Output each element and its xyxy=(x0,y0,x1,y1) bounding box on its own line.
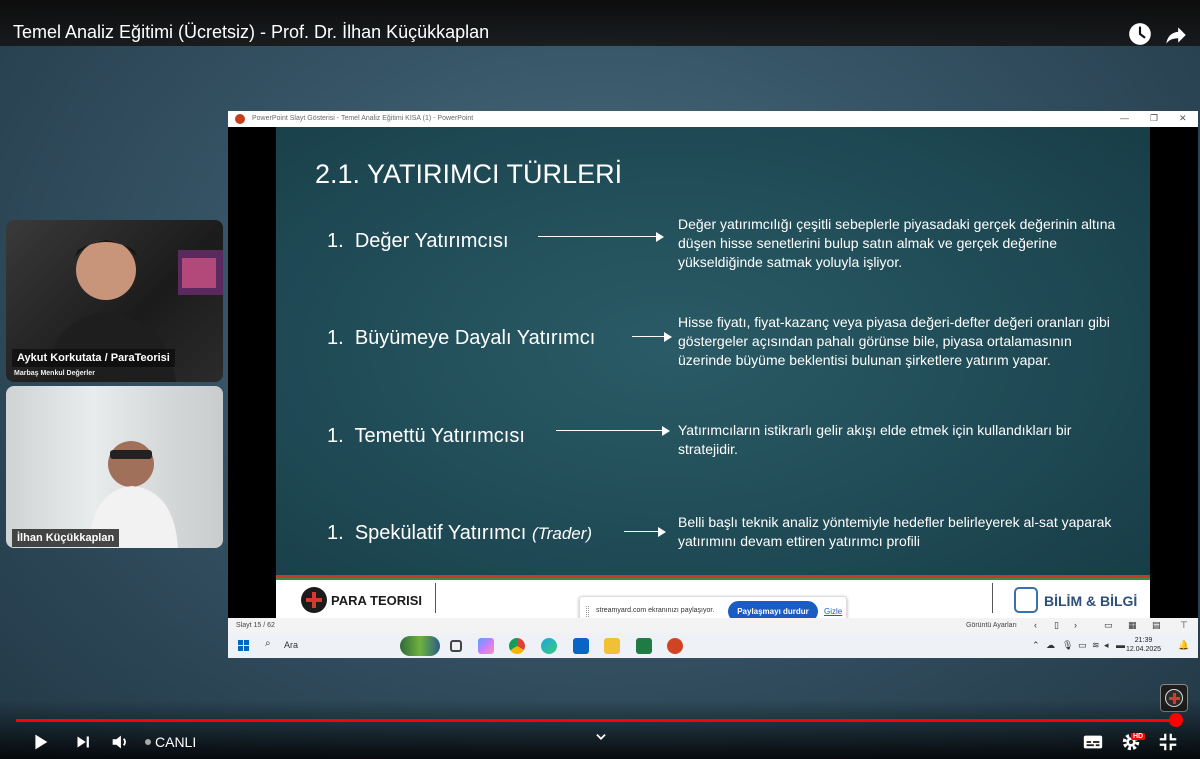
microphone-icon[interactable]: 🎙 xyxy=(1062,640,1073,651)
windows-start-icon[interactable] xyxy=(238,640,249,651)
live-indicator[interactable]: CANLI xyxy=(145,734,196,750)
minimize-icon[interactable]: — xyxy=(1120,113,1129,123)
participant-tile-aykut[interactable]: Aykut Korkutata / ParaTeorisi Marbaş Men… xyxy=(6,220,223,382)
maximize-icon[interactable]: ❐ xyxy=(1150,113,1158,124)
investor-type-label: 1. Değer Yatırımcısı xyxy=(327,230,509,252)
investor-type-description: Belli başlı teknik analiz yöntemiyle hed… xyxy=(678,514,1112,549)
sorter-view-icon[interactable]: ▦ xyxy=(1128,620,1137,631)
task-view-icon[interactable] xyxy=(450,640,462,652)
slideshow-view-icon[interactable]: ⊤ xyxy=(1180,620,1188,631)
widgets-icon[interactable] xyxy=(400,636,440,656)
powerpoint-status-bar: Slayt 15 / 62 Görüntü Ayarları ‹ ▯ › ▭ ▦… xyxy=(228,618,1198,633)
bb-logo-icon xyxy=(1014,587,1038,613)
investor-type-description: Yatırımcıların istikrarlı gelir akışı el… xyxy=(678,422,1072,457)
clock-icon[interactable] xyxy=(1127,21,1153,47)
arrow-icon xyxy=(538,232,664,242)
slide-list-icon[interactable]: ▯ xyxy=(1054,620,1059,631)
skip-next-icon[interactable] xyxy=(72,731,94,753)
play-icon[interactable] xyxy=(29,731,51,753)
plus-logo-icon xyxy=(301,587,327,613)
windows-taskbar: ⌕ Ara ⌃ ☁ 🎙 ▭ ≋ ◂ ▬ 21:39 12.04.2025 🔔 xyxy=(228,633,1198,658)
hide-banner-link[interactable]: Gizle xyxy=(824,607,842,616)
outlook-icon[interactable] xyxy=(573,638,589,654)
chevron-down-icon[interactable] xyxy=(594,730,608,744)
presentation-slide: 2.1. YATIRIMCI TÜRLERİ 1. Değer Yatırımc… xyxy=(276,127,1150,618)
wifi-icon[interactable]: ≋ xyxy=(1092,640,1100,651)
onedrive-icon[interactable]: ☁ xyxy=(1046,640,1055,651)
chevron-up-icon[interactable]: ⌃ xyxy=(1032,640,1040,651)
speaker-icon[interactable]: ◂ xyxy=(1104,640,1109,651)
arrow-icon xyxy=(556,426,670,436)
taskbar-clock[interactable]: 21:39 12.04.2025 xyxy=(1126,636,1161,654)
search-icon: ⌕ xyxy=(265,638,271,649)
taskbar-search[interactable]: ⌕ Ara xyxy=(262,638,412,653)
slide-title: 2.1. YATIRIMCI TÜRLERİ xyxy=(315,159,623,189)
reading-view-icon[interactable]: ▤ xyxy=(1152,620,1161,631)
chevron-right-icon[interactable]: › xyxy=(1074,620,1077,630)
arrow-icon xyxy=(624,527,666,537)
close-icon[interactable]: ✕ xyxy=(1179,113,1187,124)
powerpoint-window-title: PowerPoint Slayt Gösterisi - Temel Anali… xyxy=(252,115,474,122)
powerpoint-title-bar: PowerPoint Slayt Gösterisi - Temel Anali… xyxy=(228,111,1198,127)
copilot-icon[interactable] xyxy=(478,638,494,654)
investor-type-label: 1. Spekülatif Yatırımcı (Trader) xyxy=(327,522,593,544)
investor-type-label: 1. Büyümeye Dayalı Yatırımcı xyxy=(327,327,596,349)
battery-icon[interactable]: ▬ xyxy=(1116,640,1125,650)
participant-subtitle: Marbaş Menkul Değerler xyxy=(14,370,95,377)
participant-video xyxy=(88,441,178,548)
file-explorer-icon[interactable] xyxy=(604,638,620,654)
participant-name: Aykut Korkutata / ParaTeorisi xyxy=(12,349,175,367)
progress-fill xyxy=(16,719,1177,722)
display-icon[interactable]: ▭ xyxy=(1078,640,1087,651)
share-arrow-icon[interactable] xyxy=(1163,22,1189,48)
investor-type-description: Değer yatırımcılığı çeşitli sebeplerle p… xyxy=(678,216,1116,270)
normal-view-icon[interactable]: ▭ xyxy=(1104,620,1113,631)
slide-counter: Slayt 15 / 62 xyxy=(236,622,275,629)
chevron-left-icon[interactable]: ‹ xyxy=(1034,620,1037,630)
participant-name: İlhan Küçükkaplan xyxy=(12,529,120,547)
video-title[interactable]: Temel Analiz Eğitimi (Ücretsiz) - Prof. … xyxy=(13,22,489,43)
participant-tile-ilhan[interactable]: İlhan Küçükkaplan xyxy=(6,386,223,548)
volume-icon[interactable] xyxy=(109,731,131,753)
drag-handle-icon[interactable] xyxy=(586,606,589,617)
investor-type-description: Hisse fiyatı, fiyat-kazanç veya piyasa d… xyxy=(678,314,1110,368)
edge-icon[interactable] xyxy=(541,638,557,654)
subtitles-icon[interactable] xyxy=(1082,731,1104,753)
notification-bell-icon[interactable]: 🔔 xyxy=(1178,640,1189,651)
arrow-icon xyxy=(632,332,672,342)
progress-bar[interactable] xyxy=(16,719,1182,722)
powerpoint-icon xyxy=(235,114,245,124)
view-settings-button[interactable]: Görüntü Ayarları xyxy=(966,622,1017,629)
exit-fullscreen-icon[interactable] xyxy=(1157,731,1179,753)
excel-icon[interactable] xyxy=(636,638,652,654)
investor-type-label: 1. Temettü Yatırımcısı xyxy=(327,425,525,447)
screen-share: PowerPoint Slayt Gösterisi - Temel Anali… xyxy=(228,111,1198,658)
hd-badge: HD xyxy=(1131,733,1146,740)
powerpoint-taskbar-icon[interactable] xyxy=(667,638,683,654)
share-message: streamyard.com ekranınızı paylaşıyor. xyxy=(596,607,715,614)
chrome-icon[interactable] xyxy=(509,638,525,654)
